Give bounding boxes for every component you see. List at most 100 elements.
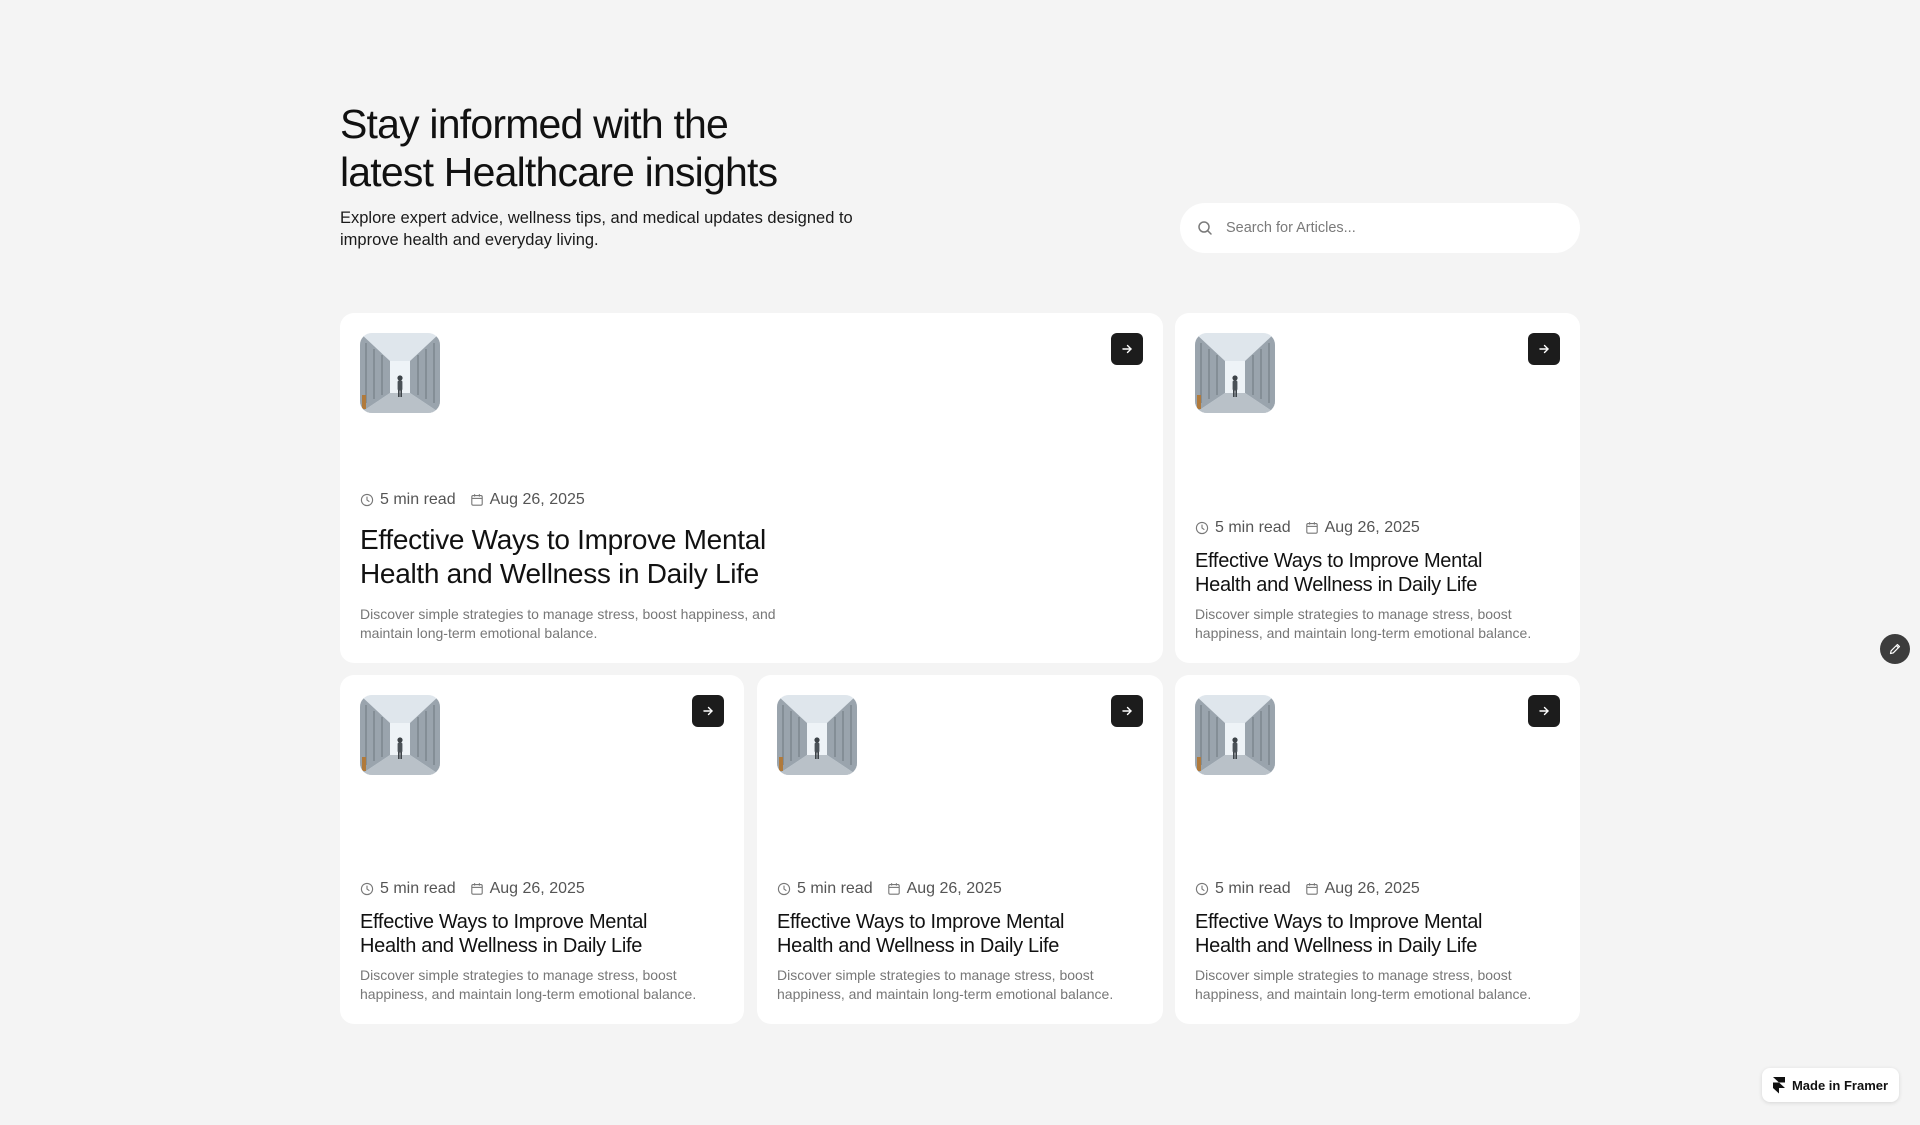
clock-icon — [1195, 882, 1209, 896]
article-card[interactable]: 5 min read Aug 26, 2025 Effective Ways t… — [1175, 675, 1580, 1024]
read-time-label: 5 min read — [380, 491, 456, 508]
calendar-icon — [470, 883, 483, 895]
page-subtitle: Explore expert advice, wellness tips, an… — [340, 207, 900, 251]
article-title[interactable]: Effective Ways to Improve Mental Health … — [1195, 910, 1560, 958]
article-thumbnail — [360, 695, 440, 775]
page-subtitle-line: Explore expert advice, wellness tips, an… — [340, 209, 853, 227]
article-content: 5 min read Aug 26, 2025 Effective Ways t… — [1195, 880, 1560, 1004]
framer-logo-icon — [1772, 1076, 1785, 1093]
article-title[interactable]: Effective Ways to Improve Mental Health … — [360, 910, 724, 958]
calendar-icon — [1305, 883, 1318, 895]
search-bar[interactable] — [1180, 203, 1580, 253]
article-title[interactable]: Effective Ways to Improve Mental Health … — [777, 910, 1143, 958]
read-time: 5 min read — [777, 880, 873, 898]
article-card[interactable]: 5 min read Aug 26, 2025 Effective Ways t… — [340, 675, 744, 1024]
publish-date-label: Aug 26, 2025 — [1324, 519, 1420, 536]
article-excerpt-line: Discover simple strategies to manage str… — [1195, 606, 1512, 622]
read-time: 5 min read — [1195, 519, 1291, 537]
article-meta: 5 min read Aug 26, 2025 — [360, 491, 1143, 509]
open-article-button[interactable] — [1111, 333, 1143, 365]
article-title[interactable]: Effective Ways to Improve Mental Health … — [360, 523, 1143, 591]
clock-icon — [360, 882, 374, 896]
article-excerpt: Discover simple strategies to manage str… — [360, 605, 1143, 643]
read-time: 5 min read — [360, 491, 456, 509]
article-excerpt-line: Discover simple strategies to manage str… — [777, 967, 1094, 983]
article-title-line: Effective Ways to Improve Mental — [1195, 911, 1483, 933]
arrow-right-icon — [1539, 706, 1549, 716]
article-card[interactable]: 5 min read Aug 26, 2025 Effective Ways t… — [757, 675, 1163, 1024]
publish-date-label: Aug 26, 2025 — [1324, 880, 1420, 897]
article-thumbnail — [1195, 695, 1275, 775]
article-title-line: Effective Ways to Improve Mental — [1195, 550, 1483, 572]
article-excerpt: Discover simple strategies to manage str… — [360, 966, 724, 1004]
arrow-right-icon — [1122, 706, 1132, 716]
article-excerpt: Discover simple strategies to manage str… — [1195, 966, 1560, 1004]
article-excerpt-line: Discover simple strategies to manage str… — [1195, 967, 1512, 983]
badge-label: Made in Framer — [1791, 1077, 1889, 1093]
article-excerpt: Discover simple strategies to manage str… — [777, 966, 1143, 1004]
made-in-framer-badge[interactable]: Made in Framer — [1762, 1068, 1899, 1102]
article-excerpt-line: Discover simple strategies to manage str… — [360, 967, 677, 983]
open-article-button[interactable] — [1111, 695, 1143, 727]
read-time: 5 min read — [1195, 880, 1291, 898]
clock-icon — [360, 493, 374, 507]
article-thumbnail — [1195, 333, 1275, 413]
publish-date-label: Aug 26, 2025 — [489, 491, 585, 508]
pencil-icon — [1889, 643, 1901, 655]
article-title-line: Health and Wellness in Daily Life — [360, 558, 759, 589]
article-title-line: Effective Ways to Improve Mental — [360, 524, 766, 555]
article-title-line: Health and Wellness in Daily Life — [360, 935, 643, 957]
page-title-line: latest Healthcare insights — [340, 149, 778, 195]
edit-button[interactable] — [1880, 634, 1910, 664]
article-excerpt-line: happiness, and maintain long-term emotio… — [1195, 625, 1532, 641]
page-subtitle-line: improve health and everyday living. — [340, 231, 599, 249]
open-article-button[interactable] — [1528, 695, 1560, 727]
article-title-line: Health and Wellness in Daily Life — [1195, 935, 1478, 957]
read-time-label: 5 min read — [380, 880, 456, 897]
arrow-right-icon — [1539, 344, 1549, 354]
search-input[interactable] — [1224, 219, 1568, 237]
article-thumbnail — [777, 695, 857, 775]
article-title-line: Effective Ways to Improve Mental — [360, 911, 648, 933]
arrow-right-icon — [1122, 344, 1132, 354]
article-content: 5 min read Aug 26, 2025 Effective Ways t… — [1195, 519, 1560, 643]
article-meta: 5 min read Aug 26, 2025 — [1195, 519, 1560, 537]
page-title-line: Stay informed with the — [340, 101, 729, 147]
read-time-label: 5 min read — [1215, 880, 1291, 897]
open-article-button[interactable] — [692, 695, 724, 727]
open-article-button[interactable] — [1528, 333, 1560, 365]
publish-date-label: Aug 26, 2025 — [906, 880, 1002, 897]
calendar-icon — [470, 494, 483, 506]
article-title-line: Effective Ways to Improve Mental — [777, 911, 1065, 933]
publish-date: Aug 26, 2025 — [887, 880, 1002, 898]
publish-date: Aug 26, 2025 — [470, 880, 585, 898]
article-title-line: Health and Wellness in Daily Life — [1195, 574, 1478, 596]
publish-date: Aug 26, 2025 — [1305, 880, 1420, 898]
article-thumbnail — [360, 333, 440, 413]
calendar-icon — [1305, 522, 1318, 534]
publish-date-label: Aug 26, 2025 — [489, 880, 585, 897]
article-title-line: Health and Wellness in Daily Life — [777, 935, 1060, 957]
article-card[interactable]: 5 min read Aug 26, 2025 Effective Ways t… — [1175, 313, 1580, 663]
article-content: 5 min read Aug 26, 2025 Effective Ways t… — [777, 880, 1143, 1004]
article-content: 5 min read Aug 26, 2025 Effective Ways t… — [360, 880, 724, 1004]
read-time: 5 min read — [360, 880, 456, 898]
read-time-label: 5 min read — [797, 880, 873, 897]
article-card-featured[interactable]: 5 min read Aug 26, 2025 Effective Ways t… — [340, 313, 1163, 663]
clock-icon — [777, 882, 791, 896]
publish-date: Aug 26, 2025 — [470, 491, 585, 509]
article-excerpt-line: happiness, and maintain long-term emotio… — [1195, 986, 1532, 1002]
article-meta: 5 min read Aug 26, 2025 — [1195, 880, 1560, 898]
clock-icon — [1195, 521, 1209, 535]
article-excerpt-line: Discover simple strategies to manage str… — [360, 606, 776, 622]
article-meta: 5 min read Aug 26, 2025 — [360, 880, 724, 898]
arrow-right-icon — [703, 706, 713, 716]
article-excerpt: Discover simple strategies to manage str… — [1195, 605, 1560, 643]
article-excerpt-line: maintain long-term emotional balance. — [360, 625, 598, 641]
article-title[interactable]: Effective Ways to Improve Mental Health … — [1195, 549, 1560, 597]
read-time-label: 5 min read — [1215, 519, 1291, 536]
article-content: 5 min read Aug 26, 2025 Effective Ways t… — [360, 491, 1143, 643]
publish-date: Aug 26, 2025 — [1305, 519, 1420, 537]
search-icon — [1196, 219, 1214, 237]
article-excerpt-line: happiness, and maintain long-term emotio… — [777, 986, 1114, 1002]
